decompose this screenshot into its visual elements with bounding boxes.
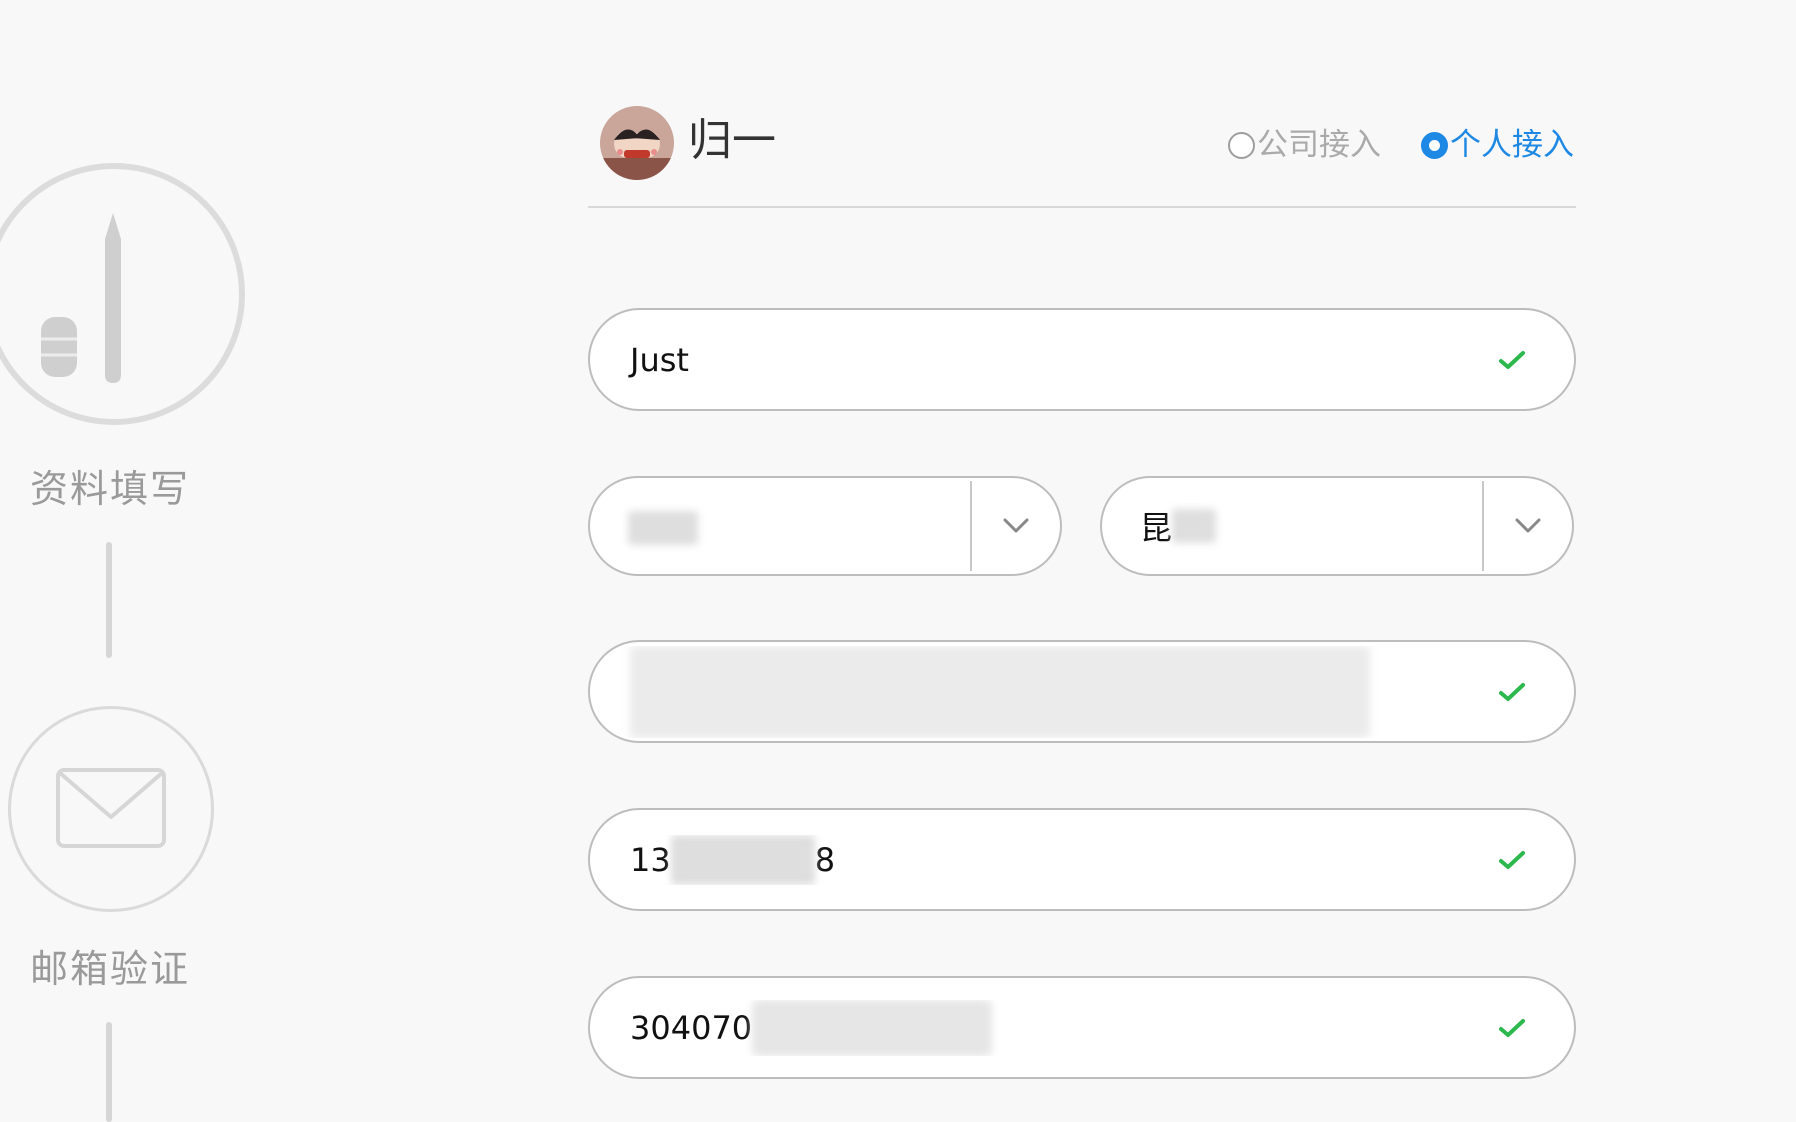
pen-eraser-icon: [41, 213, 121, 383]
email-input-value[interactable]: 304070: [590, 999, 1492, 1056]
account-type-radio-group: 公司接入 个人接入: [1228, 126, 1574, 164]
valid-check-icon: [1492, 340, 1532, 380]
redacted-text: [670, 834, 815, 885]
redacted-text: [630, 645, 1370, 738]
province-select[interactable]: [588, 476, 1062, 576]
step-connector: [106, 542, 112, 658]
phone-suffix: 8: [814, 840, 836, 879]
email-field[interactable]: 304070: [588, 976, 1576, 1079]
radio-personal[interactable]: 个人接入: [1421, 126, 1574, 164]
city-select-value: 昆: [1102, 503, 1482, 549]
name-input-value[interactable]: Just: [590, 341, 1492, 379]
step-2-circle: [8, 706, 214, 912]
email-prefix: 304070: [630, 1008, 753, 1047]
chevron-down-icon[interactable]: [1484, 477, 1572, 575]
valid-check-icon: [1492, 840, 1532, 880]
avatar: [600, 106, 674, 180]
name-field[interactable]: Just: [588, 308, 1576, 411]
radio-company[interactable]: 公司接入: [1228, 126, 1381, 164]
step-connector: [106, 1022, 112, 1122]
radio-unchecked-icon[interactable]: [1228, 131, 1255, 159]
valid-check-icon: [1492, 1008, 1532, 1048]
address-field[interactable]: [588, 640, 1576, 743]
valid-check-icon: [1492, 672, 1532, 712]
progress-stepper: 资料填写 邮箱验证: [0, 0, 260, 1122]
radio-company-label: 公司接入: [1257, 127, 1381, 163]
city-visible-text: 昆: [1140, 509, 1173, 547]
phone-prefix: 13: [630, 840, 671, 879]
radio-checked-icon[interactable]: [1421, 131, 1448, 159]
chevron-down-icon[interactable]: [972, 477, 1060, 575]
redacted-text: [752, 999, 993, 1056]
redacted-text: [628, 511, 698, 545]
step-2-label: 邮箱验证: [29, 947, 190, 991]
username: 归一: [688, 115, 776, 166]
city-select[interactable]: 昆: [1100, 476, 1574, 576]
phone-field[interactable]: 13 8: [588, 808, 1576, 911]
header-divider: [588, 206, 1576, 208]
redacted-text: [1172, 509, 1217, 543]
step-1-circle: [0, 163, 245, 425]
envelope-icon: [56, 768, 166, 848]
radio-personal-label: 个人接入: [1450, 127, 1574, 163]
province-select-value: [590, 507, 970, 545]
address-input-value[interactable]: [590, 645, 1492, 738]
step-1-label: 资料填写: [29, 467, 190, 511]
phone-input-value[interactable]: 13 8: [590, 834, 1492, 885]
